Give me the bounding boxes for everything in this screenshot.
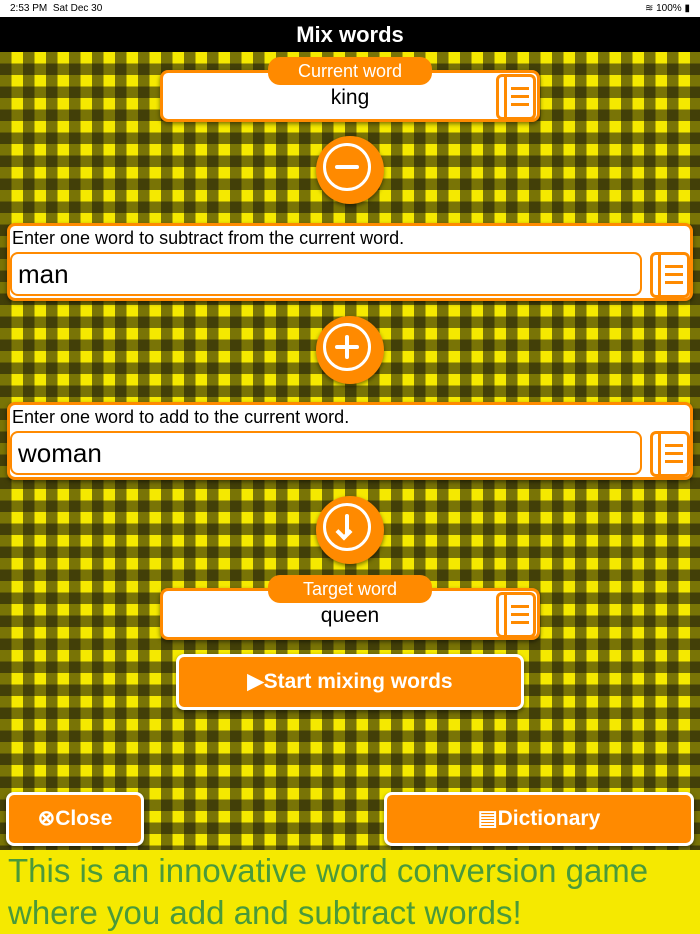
- add-input[interactable]: woman: [10, 431, 642, 475]
- battery-icon: ▮: [684, 3, 690, 14]
- book-icon[interactable]: [650, 431, 690, 477]
- close-icon: ⊗: [37, 807, 56, 830]
- close-label: Close: [55, 807, 113, 830]
- dictionary-button[interactable]: ▤Dictionary: [384, 792, 694, 846]
- page-title: Mix words: [296, 22, 404, 47]
- book-icon: ▤: [477, 807, 498, 830]
- current-word-value: king: [330, 86, 370, 109]
- target-word-label: Target word: [268, 575, 432, 603]
- minus-icon: [316, 136, 384, 204]
- dictionary-label: Dictionary: [497, 807, 601, 830]
- play-icon: ▶: [247, 670, 264, 693]
- book-icon[interactable]: [496, 74, 536, 120]
- start-mixing-label: Start mixing words: [263, 670, 453, 693]
- book-icon[interactable]: [496, 592, 536, 638]
- footer-text: This is an innovative word conversion ga…: [8, 852, 649, 931]
- plus-icon: [316, 316, 384, 384]
- status-bar: 2:53 PM Sat Dec 30 ≋ 100% ▮: [0, 0, 700, 17]
- target-word-value: queen: [320, 604, 380, 627]
- start-mixing-button[interactable]: ▶Start mixing words: [176, 654, 524, 710]
- battery-level: 100%: [656, 3, 682, 14]
- add-prompt: Enter one word to add to the current wor…: [12, 407, 350, 427]
- status-time: 2:53 PM: [10, 3, 48, 14]
- subtract-prompt: Enter one word to subtract from the curr…: [12, 228, 405, 248]
- nav-bar: Mix words: [0, 17, 700, 52]
- subtract-input[interactable]: man: [10, 252, 642, 296]
- close-button[interactable]: ⊗Close: [6, 792, 144, 846]
- wifi-icon: ≋: [644, 3, 654, 14]
- current-word-label: Current word: [268, 57, 432, 85]
- arrow-down-icon: [316, 496, 384, 564]
- book-icon[interactable]: [650, 252, 690, 298]
- status-date: Sat Dec 30: [52, 3, 103, 14]
- footer-banner: This is an innovative word conversion ga…: [0, 850, 700, 934]
